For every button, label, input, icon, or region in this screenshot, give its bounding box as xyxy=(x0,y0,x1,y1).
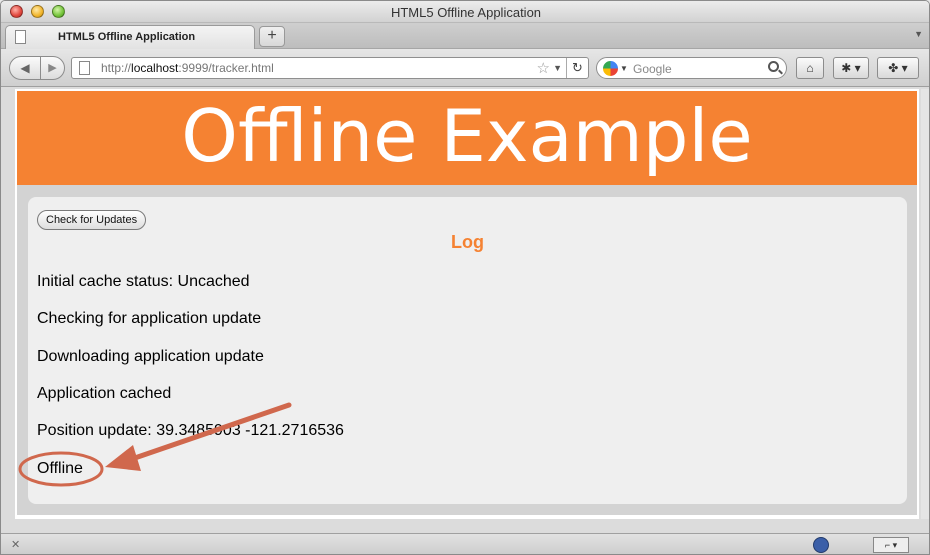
page-header: Offline Example xyxy=(17,91,917,185)
back-button[interactable]: ◀ xyxy=(9,56,41,80)
addon-status-icon[interactable] xyxy=(813,537,829,553)
url-path: :9999/tracker.html xyxy=(178,61,274,75)
search-input[interactable]: Google xyxy=(633,62,672,76)
url-scheme: http:// xyxy=(101,61,132,75)
home-icon: ⌂ xyxy=(806,61,814,75)
search-engine-icon[interactable] xyxy=(603,61,618,76)
log-line: Initial cache status: Uncached xyxy=(37,273,250,290)
search-engine-dropdown-icon[interactable]: ▼ xyxy=(620,64,628,73)
log-line-offline: Offline xyxy=(37,460,83,477)
navigation-toolbar: ◀ ▶ http://localhost:9999/tracker.html ☆… xyxy=(1,49,929,87)
page-content: Offline Example Check for Updates Log In… xyxy=(15,89,919,519)
search-icon[interactable] xyxy=(768,61,779,72)
url-history-dropdown-icon[interactable]: ▼ xyxy=(553,63,562,73)
title-bar: HTML5 Offline Application xyxy=(1,1,929,23)
vertical-scrollbar[interactable] xyxy=(921,89,929,519)
tab-bar: HTML5 Offline Application + ▼ xyxy=(1,23,929,49)
addons-button[interactable]: ✤ ▾ xyxy=(877,57,919,79)
reload-icon[interactable]: ↻ xyxy=(566,58,588,78)
url-bar[interactable]: http://localhost:9999/tracker.html ☆ ▼ ↻ xyxy=(71,57,589,79)
url-host: localhost xyxy=(131,61,179,75)
browser-window: HTML5 Offline Application HTML5 Offline … xyxy=(0,0,930,555)
status-bar: ✕ ⌐ ▾ xyxy=(1,533,929,554)
close-statusbar-icon[interactable]: ✕ xyxy=(11,538,20,551)
puzzle-icon: ✤ ▾ xyxy=(888,61,908,75)
page-title: Offline Example xyxy=(181,94,753,178)
log-line: Position update: 39.3485903 -121.2716536 xyxy=(37,422,344,439)
bookmark-icon: ✱ ▾ xyxy=(841,61,861,75)
page-icon xyxy=(15,30,26,44)
tab-label: HTML5 Offline Application xyxy=(58,31,196,43)
status-tool-icon[interactable]: ⌐ ▾ xyxy=(873,537,909,553)
log-line: Downloading application update xyxy=(37,348,264,365)
check-for-updates-button[interactable]: Check for Updates xyxy=(37,210,147,230)
back-arrow-icon: ◀ xyxy=(20,61,30,75)
tab-list-icon[interactable]: ▼ xyxy=(914,29,923,39)
bookmarks-button[interactable]: ✱ ▾ xyxy=(833,57,869,79)
log-line: Checking for application update xyxy=(37,310,262,327)
home-button[interactable]: ⌂ xyxy=(796,57,824,79)
url-text[interactable]: http://localhost:9999/tracker.html xyxy=(101,61,274,75)
window-title: HTML5 Offline Application xyxy=(390,5,542,20)
log-line: Application cached xyxy=(37,385,172,402)
search-bar[interactable]: ▼ Google xyxy=(596,57,787,79)
back-forward-group: ◀ ▶ xyxy=(9,56,65,80)
tab-active[interactable]: HTML5 Offline Application xyxy=(5,25,255,49)
page-body: Check for Updates Log Initial cache stat… xyxy=(17,185,917,515)
site-identity-icon[interactable] xyxy=(79,61,90,75)
forward-arrow-icon: ▶ xyxy=(48,62,57,74)
log-panel: Check for Updates Log Initial cache stat… xyxy=(28,197,907,504)
bookmark-star-icon[interactable]: ☆ xyxy=(537,59,550,77)
forward-button[interactable]: ▶ xyxy=(40,56,65,80)
log-heading: Log xyxy=(451,232,484,252)
new-tab-button[interactable]: + xyxy=(259,26,285,47)
